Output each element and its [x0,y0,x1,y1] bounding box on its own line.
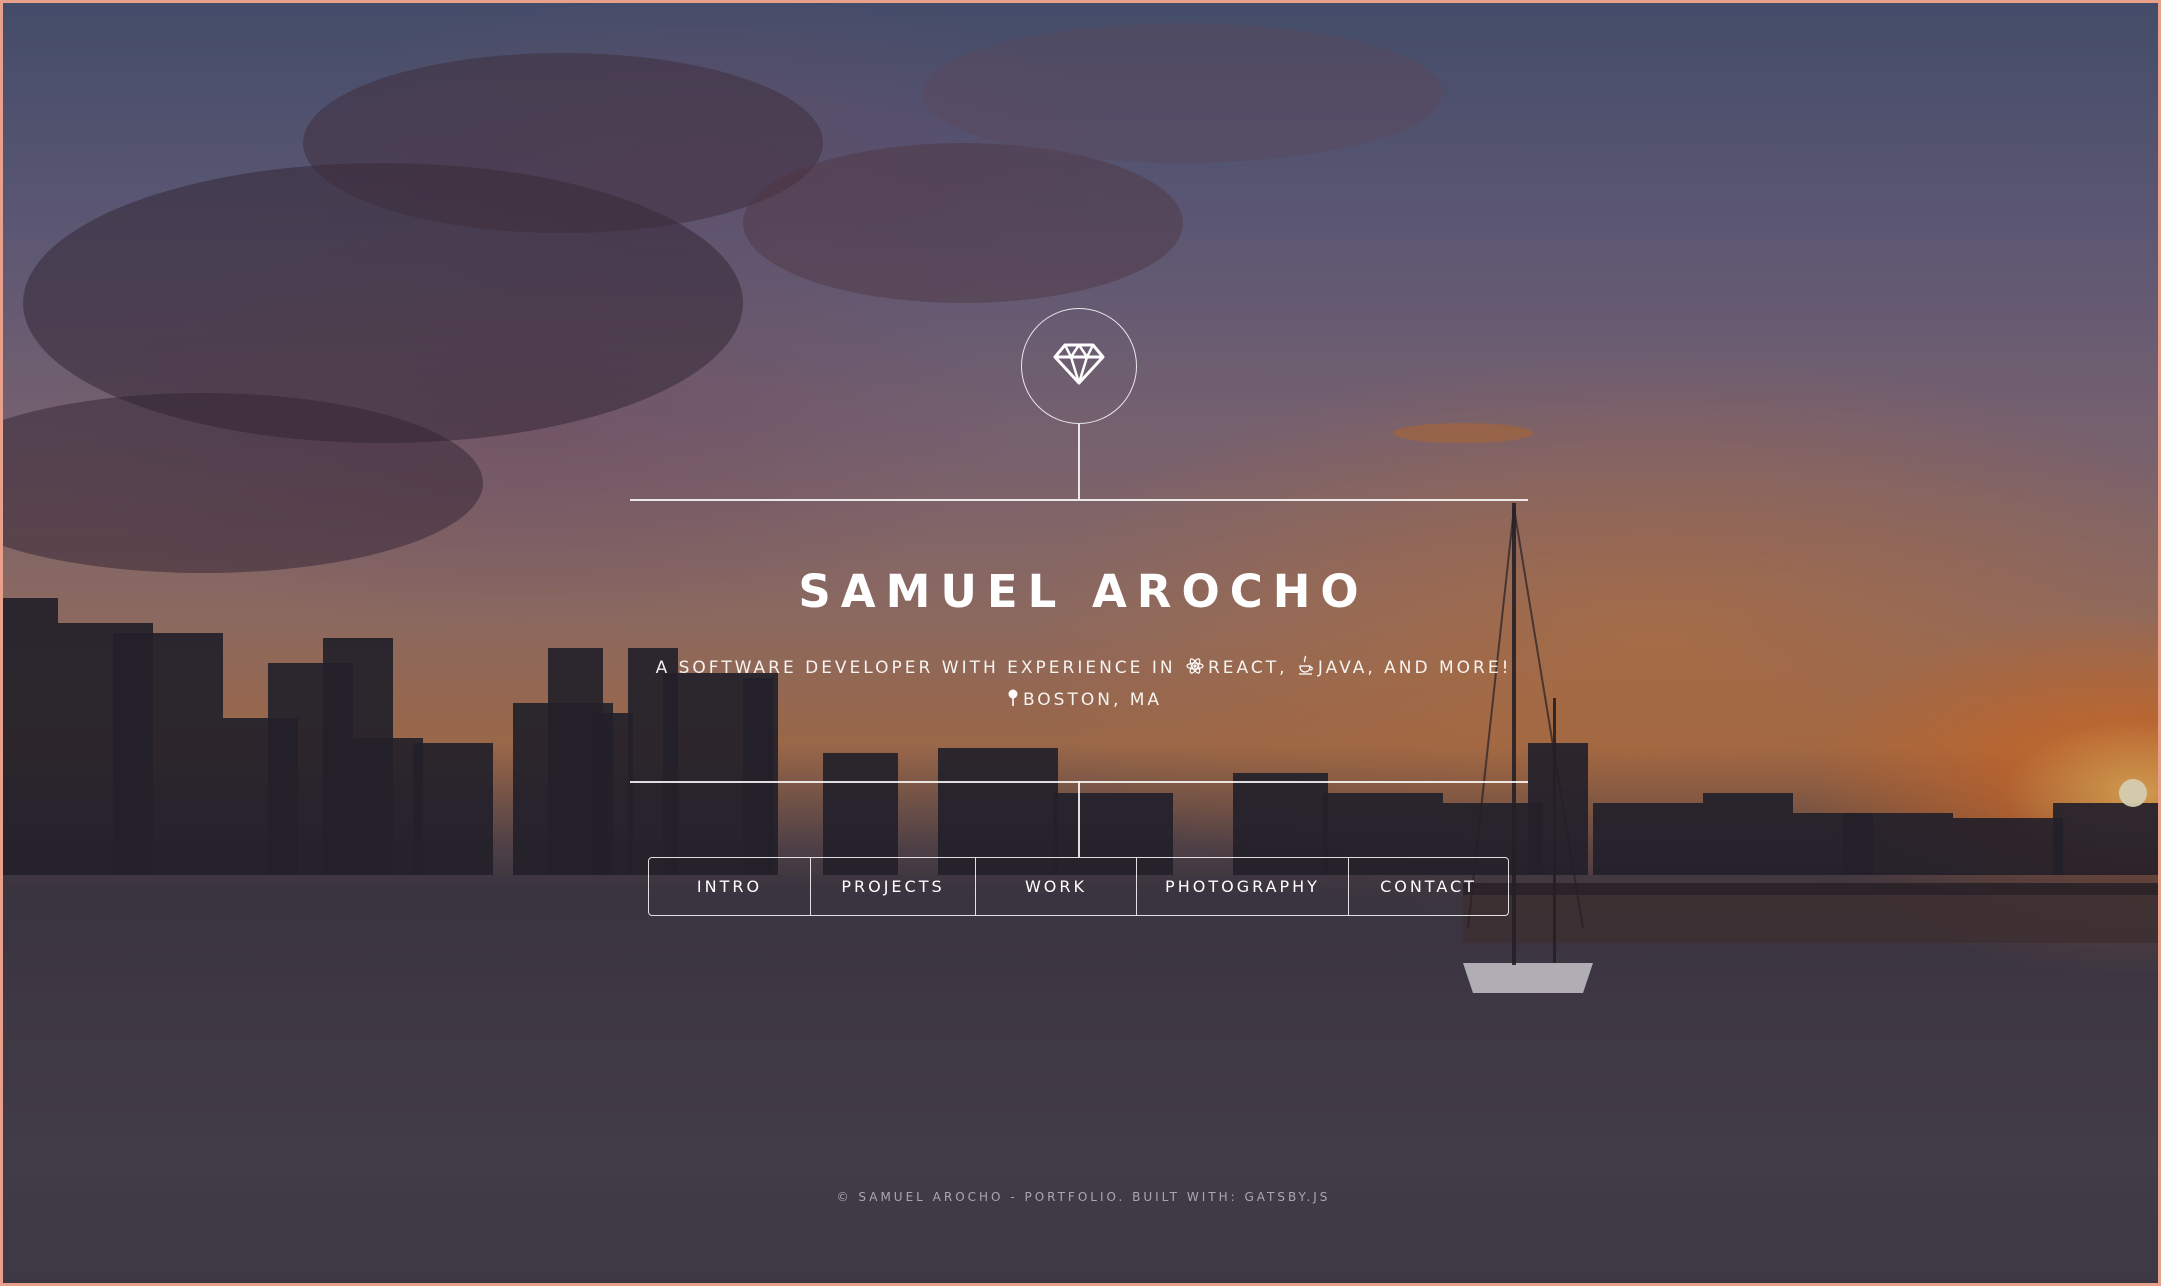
logo [1021,308,1137,424]
tagline: A SOFTWARE DEVELOPER WITH EXPERIENCE IN … [3,655,2158,680]
react-atom-icon [1186,657,1204,680]
tagline-text: A SOFTWARE DEVELOPER WITH EXPERIENCE IN [655,658,1176,678]
main-nav: INTRO PROJECTS WORK PHOTOGRAPHY CONTACT [648,857,1509,916]
map-pin-icon [1007,689,1019,712]
tagline-react: REACT, [1207,658,1288,678]
java-coffee-icon [1298,655,1314,680]
nav-item-intro[interactable]: INTRO [649,858,810,915]
page: SAMUEL AROCHO A SOFTWARE DEVELOPER WITH … [0,0,2161,1286]
divider-vertical-top [1078,424,1080,499]
location: BOSTON, MA [3,689,2158,712]
nav-item-work[interactable]: WORK [975,858,1136,915]
divider-vertical-bottom [1078,781,1080,857]
page-title: SAMUEL AROCHO [798,565,1369,618]
nav-item-contact[interactable]: CONTACT [1348,858,1508,915]
nav-item-photography[interactable]: PHOTOGRAPHY [1136,858,1348,915]
diamond-icon [1052,342,1106,390]
location-text: BOSTON, MA [1022,690,1163,710]
tagline-java: JAVA, AND MORE! [1317,658,1512,678]
header: SAMUEL AROCHO A SOFTWARE DEVELOPER WITH … [3,3,2158,1283]
divider-horizontal-top [630,499,1528,501]
footer-text: © SAMUEL AROCHO - PORTFOLIO. BUILT WITH:… [836,1190,1331,1204]
nav-item-projects[interactable]: PROJECTS [810,858,975,915]
